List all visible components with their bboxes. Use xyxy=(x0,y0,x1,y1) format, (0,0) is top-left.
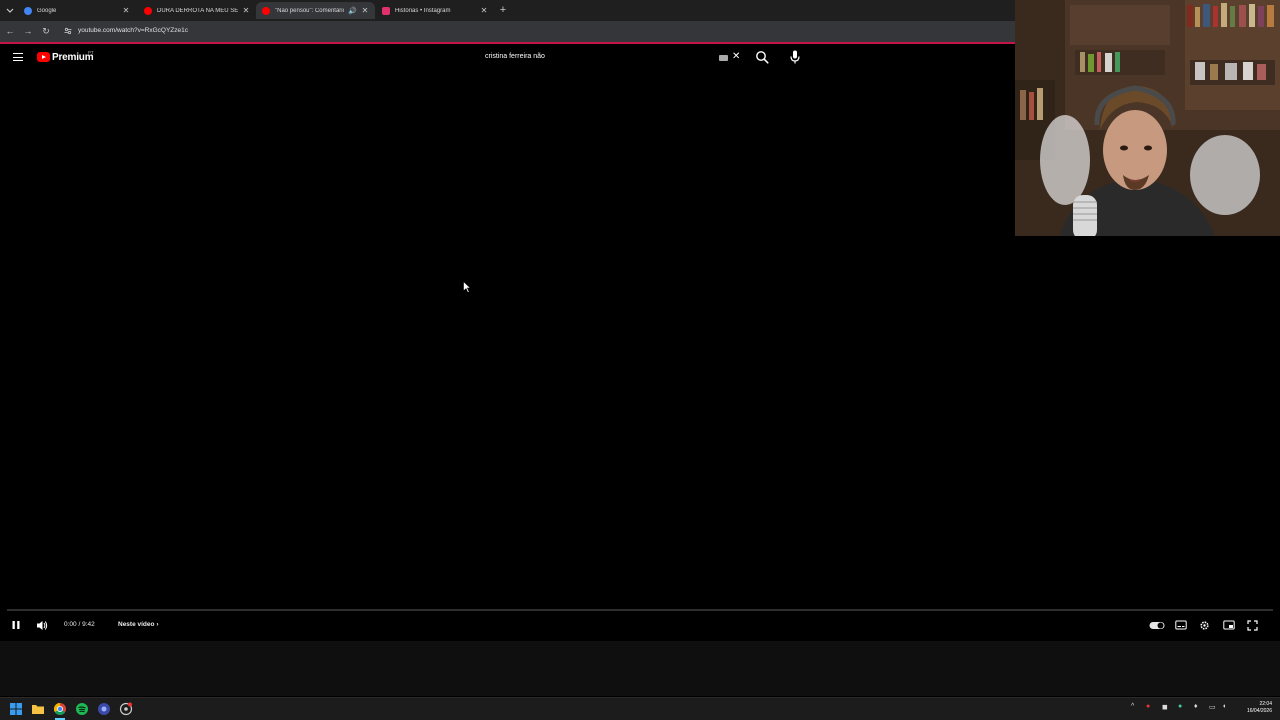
tab-title: Google xyxy=(37,7,57,14)
subtitles-button[interactable] xyxy=(1174,619,1187,631)
url-field[interactable]: youtube.com/watch?v=RxGcQYZze1c xyxy=(78,27,188,34)
system-clock[interactable]: 22:04 16/04/2026 xyxy=(1238,701,1272,715)
windows-taskbar: ^ ● ◼ ● ♦ ▭ ◖ 22:04 16/04/2026 xyxy=(0,697,1280,720)
chrome-icon[interactable] xyxy=(53,702,67,716)
windows-start-icon[interactable] xyxy=(9,702,23,716)
webcam-overlay xyxy=(1015,0,1280,236)
close-icon[interactable]: ✕ xyxy=(242,6,250,15)
chapter-button[interactable]: Neste vídeo › xyxy=(118,621,158,628)
site-info-icon[interactable] xyxy=(64,27,72,35)
tab-youtube-1[interactable]: DURA DERROTA NA MEU SEGU ✕ xyxy=(138,2,256,19)
volume-icon xyxy=(37,620,48,630)
youtube-icon xyxy=(144,6,152,15)
theater-mode-button[interactable] xyxy=(1222,619,1235,631)
search-icon[interactable] xyxy=(755,50,769,64)
chapter-label: Neste vídeo xyxy=(118,621,155,628)
tab-title: "Não pensou": Comentário xyxy=(275,7,345,14)
player-controls: 0:00 / 9:42 Neste vídeo › xyxy=(0,613,1280,638)
pause-button[interactable] xyxy=(10,619,22,631)
reload-icon[interactable]: ↻ xyxy=(40,26,52,37)
microphone-icon[interactable] xyxy=(788,49,802,65)
tray-status-icon[interactable]: ● xyxy=(1178,703,1182,710)
tab-instagram[interactable]: Histórias • Instagram ✕ xyxy=(376,2,494,19)
search-query: cristina ferreira não xyxy=(485,53,545,60)
display-icon[interactable]: ▭ xyxy=(1209,703,1216,711)
address-bar: ← → ↻ youtube.com/watch?v=RxGcQYZze1c xyxy=(0,21,1015,42)
fullscreen-icon xyxy=(1247,619,1258,631)
youtube-header: Premium PT cristina ferreira não ✕ xyxy=(0,44,1015,71)
keyboard-icon[interactable] xyxy=(719,55,728,61)
app-icon[interactable] xyxy=(97,702,111,716)
miniplayer-icon xyxy=(1222,620,1235,630)
autoplay-toggle-icon xyxy=(1149,621,1165,629)
discord-icon[interactable]: ◼ xyxy=(1162,703,1168,711)
file-explorer-icon[interactable] xyxy=(31,702,45,716)
clock-date: 16/04/2026 xyxy=(1246,708,1272,714)
pause-icon xyxy=(12,621,20,629)
tab-google[interactable]: Google ✕ xyxy=(18,2,136,19)
close-icon[interactable]: ✕ xyxy=(361,6,369,15)
back-icon[interactable]: ← xyxy=(4,26,16,37)
obs-icon[interactable] xyxy=(119,702,133,716)
clear-search-icon[interactable]: ✕ xyxy=(732,51,740,63)
below-player-area xyxy=(0,641,1280,696)
chevron-up-icon[interactable]: ^ xyxy=(1131,703,1134,710)
subtitles-icon xyxy=(1174,620,1187,630)
youtube-logo-icon[interactable] xyxy=(37,52,50,62)
tab-youtube-active[interactable]: "Não pensou": Comentário 🔊 ✕ xyxy=(256,2,375,19)
new-tab-icon[interactable]: + xyxy=(497,4,509,16)
video-progress-bar[interactable] xyxy=(7,609,1273,611)
autoplay-toggle[interactable] xyxy=(1148,619,1166,631)
gear-icon xyxy=(1200,620,1209,630)
tray-app-icon[interactable]: ● xyxy=(1146,703,1150,710)
time-display: 0:00 / 9:42 xyxy=(64,621,95,628)
close-icon[interactable]: ✕ xyxy=(480,6,488,15)
instagram-icon xyxy=(382,6,390,15)
youtube-icon xyxy=(262,6,270,15)
volume-button[interactable] xyxy=(35,619,49,631)
google-icon xyxy=(24,6,32,15)
fullscreen-button[interactable] xyxy=(1246,619,1259,631)
search-input[interactable]: cristina ferreira não ✕ xyxy=(479,49,747,66)
close-icon[interactable]: ✕ xyxy=(122,6,130,15)
forward-icon[interactable]: → xyxy=(22,26,34,37)
webcam-feed-image xyxy=(1015,0,1280,236)
mouse-cursor-icon xyxy=(463,281,471,293)
clock-time: 22:04 xyxy=(1259,701,1272,707)
spotify-icon[interactable] xyxy=(75,702,89,716)
chevron-right-icon: › xyxy=(156,621,159,628)
tab-title: Histórias • Instagram xyxy=(395,7,451,14)
tab-title: DURA DERROTA NA MEU SEGU xyxy=(157,7,238,14)
country-code: PT xyxy=(88,50,94,55)
microphone-tray-icon[interactable]: ♦ xyxy=(1194,703,1198,710)
menu-icon[interactable] xyxy=(13,53,23,61)
volume-tray-icon[interactable]: ◖ xyxy=(1222,703,1226,710)
speaker-icon[interactable]: 🔊 xyxy=(348,7,357,15)
tab-search-icon[interactable] xyxy=(4,4,16,16)
settings-button[interactable] xyxy=(1198,619,1211,631)
